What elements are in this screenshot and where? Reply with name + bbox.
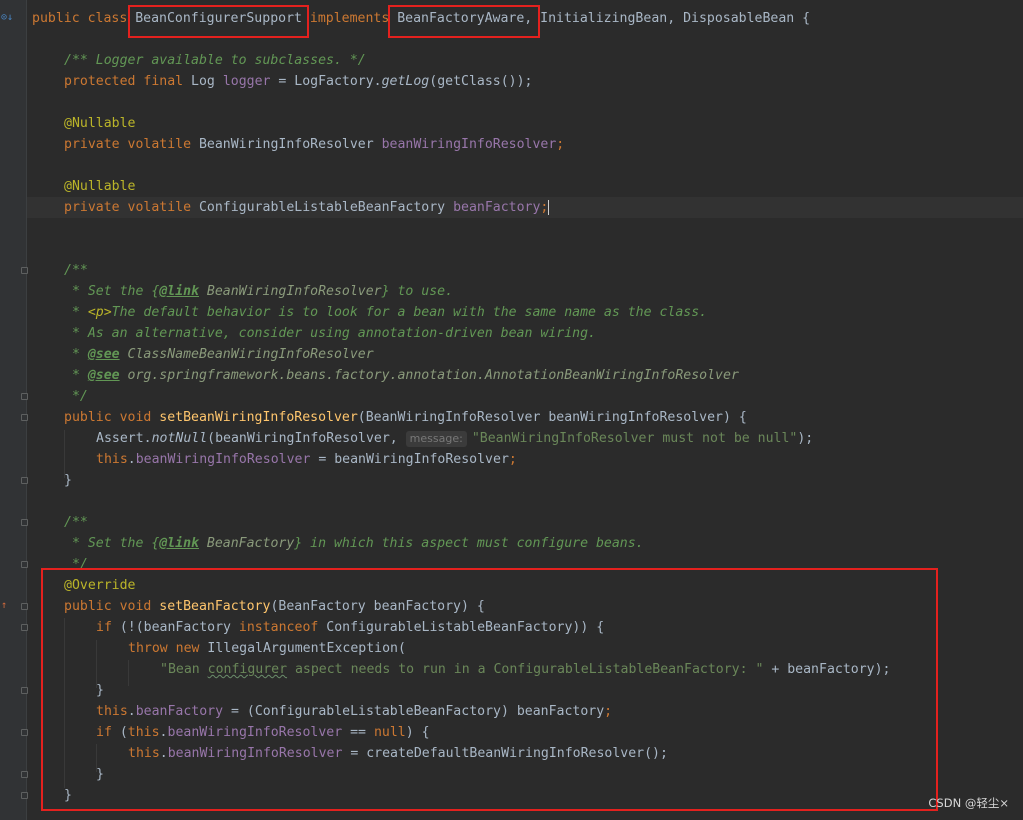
fold-marker-icon[interactable] xyxy=(21,771,28,778)
code-line-doc[interactable]: * Set the {@link BeanWiringInfoResolver}… xyxy=(32,281,453,302)
fold-marker-icon[interactable] xyxy=(21,624,28,631)
code-line-doc[interactable]: /** xyxy=(32,260,88,281)
code-line-doc[interactable]: * As an alternative, consider using anno… xyxy=(32,323,596,344)
code-line-doc[interactable]: /** xyxy=(32,512,88,533)
highlight-box-set-bean-factory xyxy=(41,568,938,811)
code-line-annotation[interactable]: @Nullable xyxy=(32,176,135,197)
fold-marker-icon[interactable] xyxy=(21,729,28,736)
implements-marker-icon[interactable]: ⊙↓ xyxy=(1,12,13,24)
code-line-doc[interactable]: * Set the {@link BeanFactory} in which t… xyxy=(32,533,644,554)
highlight-box-class-name xyxy=(128,5,309,38)
fold-marker-icon[interactable] xyxy=(21,561,28,568)
code-line-comment[interactable]: /** Logger available to subclasses. */ xyxy=(32,50,366,71)
code-line-field[interactable]: private volatile ConfigurableListableBea… xyxy=(32,197,550,218)
code-line-doc[interactable]: * <p>The default behavior is to look for… xyxy=(32,302,707,323)
code-line-brace[interactable]: } xyxy=(32,470,72,491)
code-line-doc[interactable]: */ xyxy=(32,386,88,407)
code-editor[interactable]: ⊙↓ ↑ public class BeanConfigurerSupport … xyxy=(0,0,1023,820)
fold-marker-icon[interactable] xyxy=(21,687,28,694)
fold-marker-icon[interactable] xyxy=(21,414,28,421)
fold-marker-icon[interactable] xyxy=(21,267,28,274)
override-marker-icon[interactable]: ↑ xyxy=(1,600,7,612)
fold-marker-icon[interactable] xyxy=(21,393,28,400)
parameter-hint: message: xyxy=(405,431,467,447)
fold-marker-icon[interactable] xyxy=(21,603,28,610)
text-caret xyxy=(548,199,550,215)
code-line-field[interactable]: private volatile BeanWiringInfoResolver … xyxy=(32,134,564,155)
code-line-doc[interactable]: * @see ClassNameBeanWiringInfoResolver xyxy=(32,344,374,365)
code-line-logger[interactable]: protected final Log logger = LogFactory.… xyxy=(32,71,532,92)
code-line-annotation[interactable]: @Nullable xyxy=(32,113,135,134)
highlight-box-bean-factory-aware xyxy=(388,5,540,38)
fold-marker-icon[interactable] xyxy=(21,477,28,484)
code-line-doc[interactable]: * @see org.springframework.beans.factory… xyxy=(32,365,739,386)
code-line-assert[interactable]: Assert.notNull(beanWiringInfoResolver, m… xyxy=(32,428,813,449)
editor-gutter[interactable]: ⊙↓ ↑ xyxy=(0,0,27,820)
fold-marker-icon[interactable] xyxy=(21,519,28,526)
code-line-method-signature[interactable]: public void setBeanWiringInfoResolver(Be… xyxy=(32,407,747,428)
code-line-assignment[interactable]: this.beanWiringInfoResolver = beanWiring… xyxy=(32,449,517,470)
watermark: CSDN @轻尘× xyxy=(928,796,1009,810)
fold-marker-icon[interactable] xyxy=(21,792,28,799)
